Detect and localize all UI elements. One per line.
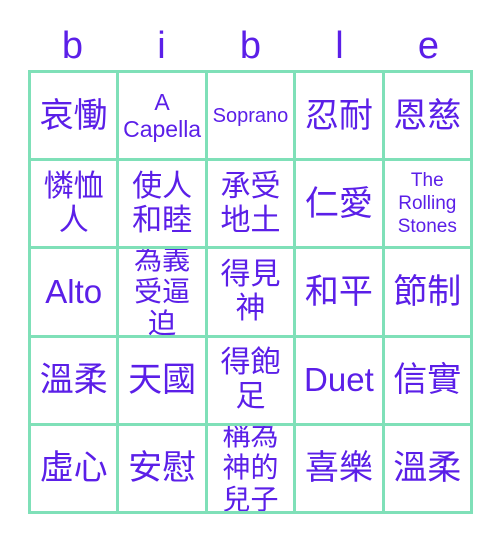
header-letter-2: i (157, 25, 166, 67)
bingo-cell-label: 憐恤人 (43, 169, 104, 237)
bingo-cell-label: Alto (45, 272, 103, 310)
bingo-cell-r4c5[interactable]: 信實 (384, 337, 473, 426)
bingo-cell-r1c1[interactable]: 哀慟 (31, 73, 120, 162)
bingo-cell-label: 安慰 (128, 449, 197, 488)
header-letter-4: l (335, 25, 344, 67)
bingo-cell-label: 哀慟 (39, 96, 108, 135)
bingo-cell-label: 恩慈 (393, 96, 462, 135)
bingo-cell-label: 得飽足 (220, 346, 281, 414)
bingo-cell-r4c3[interactable]: 得飽足 (207, 337, 297, 426)
header-letter-1: b (61, 25, 84, 67)
bingo-cell-r1c3[interactable]: Soprano (207, 73, 297, 162)
bingo-cell-r4c4[interactable]: Duet (296, 337, 385, 426)
bingo-cell-r2c1[interactable]: 憐恤人 (31, 161, 120, 250)
bingo-cell-label: 和平 (304, 272, 373, 311)
bingo-cell-r1c5[interactable]: 恩慈 (384, 73, 473, 162)
bingo-cell-label: 天國 (128, 361, 197, 400)
bingo-cell-label: 虛心 (39, 449, 108, 488)
bingo-cell-label: 節制 (393, 272, 462, 311)
bingo-cell-label: 溫柔 (39, 361, 108, 400)
bingo-cell-label: 稱為神的兒子 (222, 425, 279, 514)
bingo-cell-label: 承受地土 (220, 169, 281, 237)
bingo-cell-r4c1[interactable]: 溫柔 (31, 337, 120, 426)
bingo-cell-r3c4[interactable]: 和平 (296, 249, 385, 338)
bingo-cell-label: 喜樂 (304, 449, 373, 488)
bingo-cell-r3c5[interactable]: 節制 (384, 249, 473, 338)
bingo-cell-r2c2[interactable]: 使人和睦 (119, 161, 208, 250)
bingo-cell-r2c3[interactable]: 承受地土 (207, 161, 297, 250)
bingo-cell-label: 溫柔 (393, 449, 462, 488)
bingo-cell-label: 得見神 (220, 257, 281, 325)
bingo-cell-r5c4[interactable]: 喜樂 (296, 425, 385, 514)
bingo-cell-r3c1[interactable]: Alto (31, 249, 120, 338)
bingo-cell-r1c2[interactable]: A Capella (119, 73, 208, 162)
bingo-cell-r5c1[interactable]: 虛心 (31, 425, 120, 514)
bingo-cell-label: 使人和睦 (132, 169, 193, 237)
bingo-grid: 哀慟 A Capella Soprano 忍耐 恩慈 憐恤人 使人和睦 承受地土… (28, 70, 473, 514)
bingo-cell-r1c4[interactable]: 忍耐 (296, 73, 385, 162)
bingo-cell-label: The Rolling Stones (397, 170, 457, 238)
header-letter-3: b (239, 25, 262, 67)
bingo-header: b i b l e (28, 22, 473, 70)
header-letter-5: e (417, 25, 440, 67)
bingo-cell-r2c5[interactable]: The Rolling Stones (384, 161, 473, 250)
bingo-cell-label: Soprano (212, 104, 289, 127)
bingo-cell-label: 仁愛 (304, 184, 373, 223)
bingo-cell-label: 忍耐 (304, 96, 373, 135)
bingo-cell-r3c3[interactable]: 得見神 (207, 249, 297, 338)
bingo-cell-label: 信實 (393, 361, 462, 400)
bingo-cell-r5c5[interactable]: 溫柔 (384, 425, 473, 514)
bingo-cell-r3c2[interactable]: 為義受逼迫 (119, 249, 208, 338)
bingo-cell-r4c2[interactable]: 天國 (119, 337, 208, 426)
bingo-cell-r5c3[interactable]: 稱為神的兒子 (207, 425, 297, 514)
bingo-cell-r2c4[interactable]: 仁愛 (296, 161, 385, 250)
bingo-cell-label: 為義受逼迫 (134, 249, 191, 338)
bingo-cell-label: A Capella (123, 88, 202, 142)
bingo-cell-r5c2[interactable]: 安慰 (119, 425, 208, 514)
bingo-card: b i b l e 哀慟 A Capella Soprano 忍耐 恩慈 憐恤人… (0, 0, 501, 544)
bingo-cell-label: Duet (304, 361, 374, 399)
